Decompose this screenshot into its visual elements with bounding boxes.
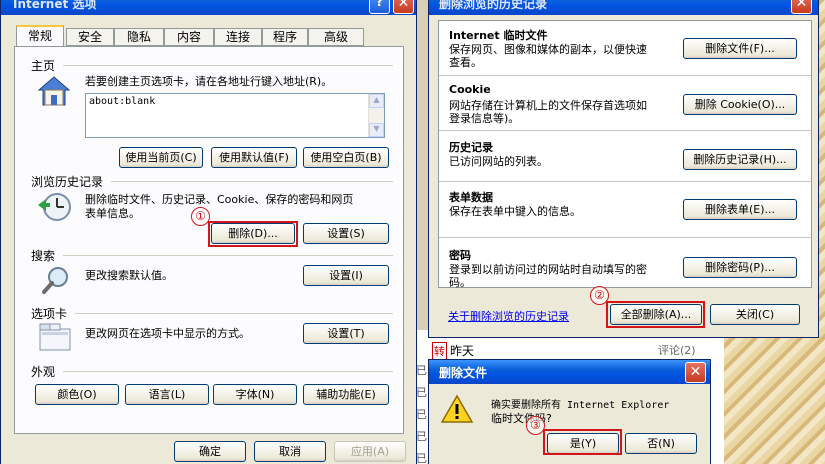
colors-button[interactable]: 颜色(O) bbox=[35, 384, 119, 405]
delete-passwords-button[interactable]: 删除密码(P)... bbox=[683, 257, 797, 278]
home-address-field[interactable]: about:blank ▲ ▼ bbox=[85, 93, 385, 138]
comment-count: 评论(2) bbox=[658, 344, 696, 357]
tabs-icon bbox=[39, 323, 71, 351]
home-group-divider bbox=[63, 65, 393, 66]
tab-general[interactable]: 常规 bbox=[16, 25, 64, 46]
accessibility-button[interactable]: 辅助功能(E) bbox=[303, 384, 389, 405]
tab-label: 程序 bbox=[272, 30, 297, 44]
warning-icon bbox=[441, 394, 473, 423]
side-char: 已 bbox=[416, 408, 427, 421]
home-address-value: about:blank bbox=[89, 96, 156, 107]
general-tab-page: 主页 若要创建主页选项卡，请在各地址行键入地址(R)。 about:blank … bbox=[14, 46, 404, 434]
side-char: 已 bbox=[416, 386, 427, 399]
section-divider bbox=[439, 237, 811, 238]
tab-label: 常规 bbox=[27, 29, 52, 43]
search-description: 更改搜索默认值。 bbox=[85, 269, 173, 282]
history-settings-button[interactable]: 设置(S) bbox=[303, 223, 389, 244]
tab-programs[interactable]: 程序 bbox=[262, 28, 308, 46]
tab-label: 隐私 bbox=[126, 30, 151, 44]
close-icon[interactable]: ✕ bbox=[791, 0, 812, 14]
confirm-titlebar: 删除文件 bbox=[429, 360, 710, 384]
appearance-group-label: 外观 bbox=[31, 365, 56, 379]
tabs-group-label: 选项卡 bbox=[31, 307, 68, 321]
section-description: 保存在表单中键入的信息。 bbox=[449, 205, 581, 218]
tab-connections[interactable]: 连接 bbox=[214, 28, 262, 46]
dialog-title: 删除浏览的历史记录 bbox=[439, 0, 548, 11]
tab-advanced[interactable]: 高级 bbox=[308, 28, 364, 46]
home-description: 若要创建主页选项卡，请在各地址行键入地址(R)。 bbox=[85, 75, 333, 88]
section-description: 登录信息等)。 bbox=[449, 112, 520, 125]
delete-history-titlebar: 删除浏览的历史记录 bbox=[429, 0, 818, 15]
section-description: 已访问网站的列表。 bbox=[449, 155, 548, 168]
dialog-title: Internet 选项 bbox=[13, 0, 97, 11]
tab-content[interactable]: 内容 bbox=[164, 28, 214, 46]
internet-options-titlebar: Internet 选项 bbox=[1, 0, 416, 15]
use-default-button[interactable]: 使用默认值(F) bbox=[211, 147, 297, 168]
tab-strip: 常规 安全 隐私 内容 连接 程序 高级 bbox=[14, 25, 404, 46]
dialog-title: 删除文件 bbox=[439, 366, 488, 380]
history-icon bbox=[38, 193, 71, 221]
search-settings-button[interactable]: 设置(I) bbox=[303, 265, 389, 286]
tab-privacy[interactable]: 隐私 bbox=[114, 28, 164, 46]
delete-forms-button[interactable]: 删除表单(E)... bbox=[683, 199, 797, 220]
article-date: 昨天 bbox=[450, 344, 475, 358]
help-button[interactable]: ? bbox=[369, 0, 390, 14]
tab-label: 内容 bbox=[176, 30, 201, 44]
tab-label: 高级 bbox=[323, 30, 348, 44]
delete-cookies-button[interactable]: 删除 Cookie(O)... bbox=[683, 94, 797, 115]
highlight-delete-all-button bbox=[606, 301, 705, 328]
section-description: 查看。 bbox=[449, 56, 482, 69]
close-icon[interactable]: ✕ bbox=[393, 0, 414, 14]
search-group-divider bbox=[63, 255, 393, 256]
history-group-label: 浏览历史记录 bbox=[31, 175, 104, 189]
scroll-up-icon[interactable]: ▲ bbox=[369, 94, 384, 108]
tab-label: 连接 bbox=[225, 30, 250, 44]
use-current-button[interactable]: 使用当前页(C) bbox=[119, 147, 203, 168]
no-button[interactable]: 否(N) bbox=[625, 433, 697, 454]
tab-security[interactable]: 安全 bbox=[66, 28, 114, 46]
about-delete-history-link[interactable]: 关于删除浏览的历史记录 bbox=[448, 308, 569, 324]
tab-label: 安全 bbox=[77, 30, 102, 44]
step-3-marker: ③ bbox=[526, 416, 545, 435]
tabs-group-divider bbox=[75, 313, 393, 314]
home-group-label: 主页 bbox=[31, 59, 56, 73]
section-description: 码。 bbox=[449, 276, 471, 289]
address-scrollbar[interactable]: ▲ ▼ bbox=[368, 94, 384, 137]
history-description-line2: 表单信息。 bbox=[85, 207, 140, 220]
fonts-button[interactable]: 字体(N) bbox=[213, 384, 297, 405]
section-heading: Cookie bbox=[449, 83, 491, 96]
highlight-yes-button bbox=[543, 429, 622, 455]
search-group-label: 搜索 bbox=[31, 249, 56, 263]
close-icon[interactable]: ✕ bbox=[685, 362, 706, 383]
history-group-divider bbox=[111, 181, 393, 182]
appearance-group-divider bbox=[63, 371, 393, 372]
section-divider bbox=[439, 75, 811, 76]
cancel-button[interactable]: 取消 bbox=[254, 441, 326, 462]
section-divider bbox=[439, 130, 811, 131]
ok-button[interactable]: 确定 bbox=[174, 441, 246, 462]
delete-files-button[interactable]: 删除文件(F)... bbox=[683, 38, 797, 59]
step-2-marker: ② bbox=[590, 286, 609, 305]
close-button[interactable]: 关闭(C) bbox=[710, 304, 800, 325]
section-description: 登录到以前访问过的网站时自动填写的密 bbox=[449, 263, 647, 276]
confirm-message-line1: 确实要删除所有 Internet Explorer bbox=[491, 400, 670, 411]
apply-button[interactable]: 应用(A) bbox=[334, 441, 406, 462]
step-1-marker: ① bbox=[191, 207, 210, 226]
home-icon bbox=[37, 76, 71, 106]
magnifier-icon bbox=[42, 267, 68, 294]
side-char: 已 bbox=[416, 364, 427, 377]
section-divider bbox=[439, 181, 811, 182]
use-blank-button[interactable]: 使用空白页(B) bbox=[303, 147, 389, 168]
languages-button[interactable]: 语言(L) bbox=[125, 384, 209, 405]
side-char: 已 bbox=[416, 430, 427, 443]
highlight-delete-button bbox=[208, 221, 298, 247]
side-char: 已 bbox=[416, 452, 427, 464]
repost-tag: 转 bbox=[432, 342, 447, 360]
delete-history-panel: Internet 临时文件 保存网页、图像和媒体的副本，以便快速 查看。 删除文… bbox=[438, 20, 812, 289]
tabs-description: 更改网页在选项卡中显示的方式。 bbox=[85, 327, 250, 340]
tabs-settings-button[interactable]: 设置(T) bbox=[303, 323, 389, 344]
scroll-down-icon[interactable]: ▼ bbox=[369, 123, 384, 137]
delete-history-button[interactable]: 删除历史记录(H)... bbox=[683, 149, 797, 170]
